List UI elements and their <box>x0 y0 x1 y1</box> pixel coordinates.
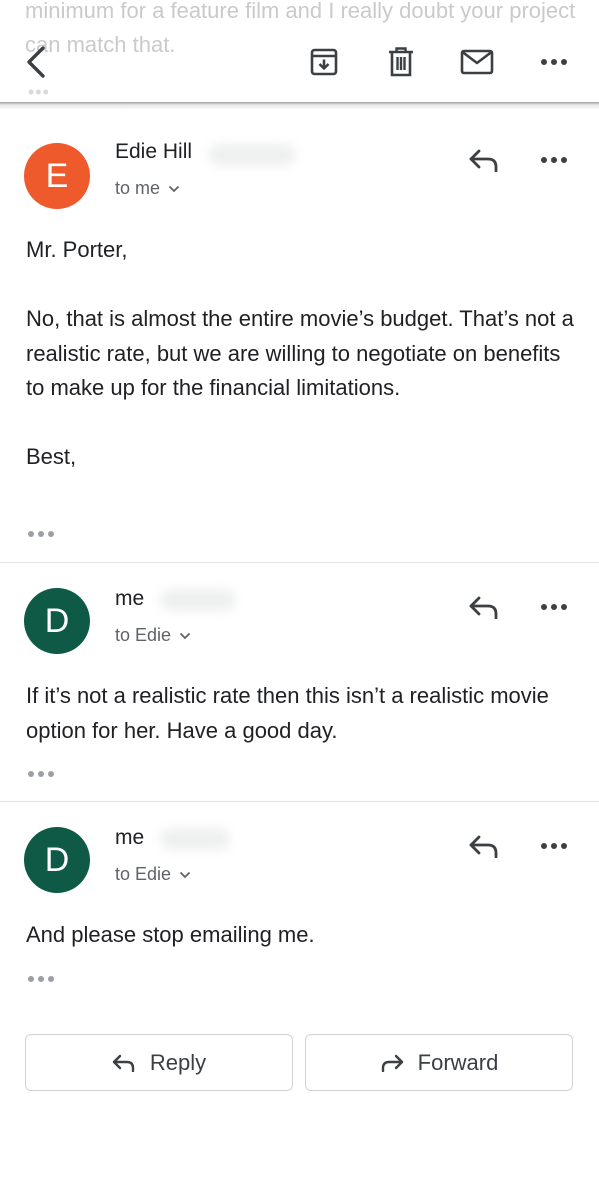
forward-icon <box>381 1054 403 1072</box>
message-more-button[interactable] <box>532 824 576 868</box>
top-toolbar <box>0 0 599 104</box>
back-button[interactable] <box>14 40 58 84</box>
recipient-label: to Edie <box>115 864 172 884</box>
chevron-down-icon <box>168 185 180 192</box>
mark-unread-button[interactable] <box>455 40 499 84</box>
avatar[interactable]: E <box>24 143 90 209</box>
avatar-letter: D <box>44 840 70 879</box>
reply-button-label: Reply <box>149 1049 207 1075</box>
avatar[interactable]: D <box>24 827 90 893</box>
message-divider <box>0 801 599 802</box>
body-paragraph: If it’s not a realistic rate then this i… <box>26 683 549 743</box>
sender-name: me <box>115 826 145 849</box>
message-reply-button[interactable] <box>462 824 506 868</box>
forward-button[interactable]: Forward <box>305 1034 573 1091</box>
recipient-details-toggle[interactable]: to Edie <box>115 864 191 885</box>
archive-icon <box>310 48 338 76</box>
reply-icon <box>469 835 498 858</box>
reply-icon <box>469 596 498 619</box>
redacted-sender-email <box>160 828 230 850</box>
trash-icon <box>389 47 413 77</box>
show-trimmed-content-button[interactable] <box>28 976 54 982</box>
body-paragraph: No, that is almost the entire movie’s bu… <box>26 306 574 400</box>
recipient-label: to me <box>115 178 161 198</box>
sender-name: me <box>115 587 145 610</box>
chevron-left-icon <box>27 46 45 78</box>
reply-icon <box>112 1054 135 1072</box>
message-divider <box>0 562 599 563</box>
redacted-sender-email <box>160 589 236 611</box>
avatar-letter: E <box>45 156 69 195</box>
more-options-button[interactable] <box>532 40 576 84</box>
avatar[interactable]: D <box>24 588 90 654</box>
mail-icon <box>460 49 494 75</box>
archive-button[interactable] <box>302 40 346 84</box>
avatar-letter: D <box>44 601 70 640</box>
body-paragraph: And please stop emailing me. <box>26 922 315 947</box>
more-horizontal-icon <box>541 59 567 65</box>
more-horizontal-icon <box>541 604 567 610</box>
forward-button-label: Forward <box>417 1049 499 1075</box>
chevron-down-icon <box>179 871 191 878</box>
message-more-button[interactable] <box>532 138 576 182</box>
show-trimmed-content-button[interactable] <box>28 531 54 537</box>
message-body: Mr. Porter, No, that is almost the entir… <box>26 233 576 475</box>
message-reply-button[interactable] <box>462 585 506 629</box>
reply-button[interactable]: Reply <box>25 1034 293 1091</box>
message-more-button[interactable] <box>532 585 576 629</box>
body-paragraph: Best, <box>26 444 77 469</box>
recipient-details-toggle[interactable]: to me <box>115 178 180 199</box>
toolbar-shadow <box>0 102 599 110</box>
message-body: And please stop emailing me. <box>26 918 576 953</box>
recipient-label: to Edie <box>115 625 172 645</box>
message-body: If it’s not a realistic rate then this i… <box>26 679 576 748</box>
delete-button[interactable] <box>379 40 423 84</box>
chevron-down-icon <box>179 632 191 639</box>
more-horizontal-icon <box>541 843 567 849</box>
sender-name: Edie Hill <box>115 140 193 163</box>
reply-icon <box>469 149 498 172</box>
more-horizontal-icon <box>541 157 567 163</box>
message-reply-button[interactable] <box>462 138 506 182</box>
body-paragraph: Mr. Porter, <box>26 237 128 262</box>
redacted-sender-email <box>208 144 296 166</box>
recipient-details-toggle[interactable]: to Edie <box>115 625 191 646</box>
show-trimmed-content-button[interactable] <box>28 771 54 777</box>
